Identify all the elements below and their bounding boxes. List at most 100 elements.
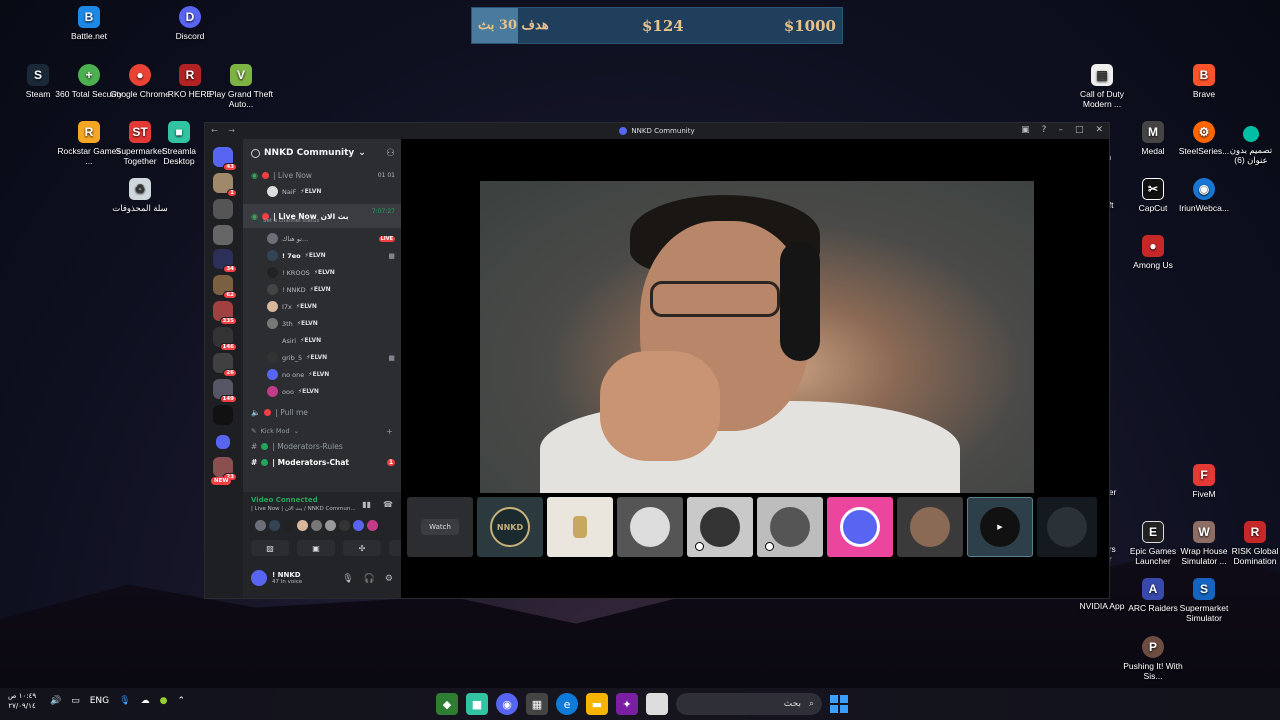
streamlabs-icon[interactable]: ■ [466,693,488,715]
muted-icon [695,542,704,551]
search-box[interactable]: بحث ⌕ [676,693,822,715]
text-channel-moderators-rules[interactable]: # | Moderators-Rules [243,438,401,454]
inbox-icon[interactable]: ▣ [1021,125,1030,135]
edge-icon[interactable]: e [556,693,578,715]
folder-icon[interactable] [216,435,230,449]
voice-channel-pull-me[interactable]: 🔈 | Pull me [243,404,401,420]
server-header[interactable]: NNKD Community ⌄ ⚇ [243,139,401,167]
window-icon[interactable] [646,693,668,715]
category-kick-mod[interactable]: ✎ Kick Mod ⌄ + [243,424,401,438]
server-icon[interactable]: 26 [213,353,237,377]
voice-user[interactable]: ! NNKD ⚡ELVN [243,281,401,298]
voice-user[interactable]: ! KROOS ⚡ELVN [243,264,401,281]
desktop-icon-pushing-it[interactable]: P Pushing It! With Sis... [1117,636,1189,681]
voice-user[interactable]: no one ⚡ELVN [243,366,401,383]
participant-tile[interactable] [617,497,683,557]
start-button[interactable] [830,695,848,713]
server-icon[interactable]: 335 [213,301,237,325]
network-icon[interactable]: ▭ [71,696,80,706]
copilot-icon[interactable]: ✦ [616,693,638,715]
voice-user[interactable]: نو هناك... LIVE [243,230,401,247]
microphone-icon[interactable]: 🎙 [342,574,353,584]
server-icon[interactable]: 146 [213,327,237,351]
avatar [367,520,378,531]
server-icon[interactable]: 34 [213,249,237,273]
signal-icon[interactable]: ▮▮ [362,500,371,509]
server-icon[interactable]: 1 [213,173,237,197]
desktop-icon-battlenet[interactable]: B Battle.net [53,6,125,41]
voice-channel-live-now[interactable]: ◉ | Live Now 01 01 [243,167,401,183]
desktop-icon-iriun[interactable]: ◉ IriunWebca... [1168,178,1240,213]
add-channel-icon[interactable]: + [386,427,393,436]
chevron-up-icon[interactable]: ⌃ [177,696,185,706]
voice-user[interactable]: grib_5 ⚡ELVN ■ [243,349,401,366]
camera-off-button[interactable]: ▨ [251,540,289,556]
screen-share-button[interactable]: ▣ [297,540,335,556]
close-icon[interactable]: ✕ [1095,125,1103,135]
desktop-icon-risk[interactable]: R RISK Global Domination [1219,521,1280,566]
server-icon[interactable]: 23 [213,457,237,481]
desktop-icon-fivem[interactable]: F FiveM [1168,464,1240,499]
taskbar-app-icon[interactable]: ◆ [436,693,458,715]
desktop-icon-streamlabs[interactable]: ■ Streamla Desktop [154,121,204,166]
participant-tile[interactable] [547,497,613,557]
voice-user[interactable]: 3th ⚡ELVN [243,315,401,332]
server-icon[interactable]: 149 [213,379,237,403]
voice-channel-link[interactable]: | Live Now | بث الان / NNKD Commun... [251,506,356,512]
participant-tile[interactable] [827,497,893,557]
tray-app-icon[interactable]: ● [160,696,168,706]
participant-tile[interactable] [757,497,823,557]
tray-app-icon[interactable]: ☁ [141,696,150,706]
voice-channel-live-now-active[interactable]: ◉ | Live Now بث الان 7:07:27 Set a chann… [243,204,401,228]
desktop-icon-gta[interactable]: V Play Grand Theft Auto... [205,64,277,109]
chevron-down-icon: ⌄ [358,148,366,158]
participant-tile-self[interactable]: ▶ [967,497,1033,557]
desktop-icon-discord[interactable]: D Discord [154,6,226,41]
file-explorer-icon[interactable]: ▬ [586,693,608,715]
headphones-icon[interactable]: 🎧 [364,574,375,584]
help-icon[interactable]: ? [1042,125,1047,135]
avatar [267,284,278,295]
disconnect-icon[interactable]: ☎ [383,500,393,509]
server-icon[interactable]: 62 [213,275,237,299]
server-icon[interactable] [213,225,233,245]
home-button[interactable]: 43 [213,147,237,171]
add-user-icon[interactable]: ⚇ [386,148,395,159]
activities-button[interactable]: ✣ [343,540,381,556]
stream-video[interactable] [480,181,1034,493]
discord-icon[interactable]: ◉ [496,693,518,715]
language-indicator[interactable]: ENG [90,696,109,706]
participant-tile[interactable] [687,497,753,557]
voice-user[interactable]: ! 7eo ⚡ELVN ■ [243,247,401,264]
volume-icon[interactable]: 🔊 [50,696,61,706]
store-icon[interactable]: ▦ [526,693,548,715]
watch-tile[interactable]: Watch [407,497,473,557]
settings-icon[interactable]: ⚙ [385,574,393,584]
voice-user[interactable]: I7x ⚡ELVN [243,298,401,315]
camera-icon: ■ [388,251,395,260]
maximize-icon[interactable]: □ [1075,125,1084,135]
participant-tile[interactable] [1037,497,1097,557]
desktop-icon-cod[interactable]: ▤ Call of Duty Modern ... [1066,64,1138,109]
desktop-icon-among-us[interactable]: ● Among Us [1117,235,1189,270]
user-panel[interactable]: ! NNKD 47 In voice [251,570,302,586]
microphone-icon[interactable]: 🎙 [119,696,130,706]
steelseries-icon: ⚙ [1193,121,1215,143]
voice-user[interactable]: NaiF ⚡ELVN [243,183,401,200]
server-icon[interactable] [213,199,233,219]
minimize-icon[interactable]: – [1058,125,1063,135]
voice-user[interactable]: ooo ⚡ELVN [243,383,401,400]
desktop-icon-design[interactable]: تصميم بدون عنوان (6) [1222,126,1280,165]
desktop-icon-supermarket-sim[interactable]: S Supermarket Simulator [1168,578,1240,623]
server-icon[interactable] [213,405,233,425]
hash-icon: # [251,457,258,467]
desktop-icon-brave[interactable]: B Brave [1168,64,1240,99]
participant-tile[interactable]: NNKD [477,497,543,557]
voice-user[interactable]: Asiri ⚡ELVN [243,332,401,349]
clock[interactable]: ١٠:٤٩ ص ٢٧/٠٩/١٤ [8,691,36,711]
back-forward-icons[interactable]: ← → [211,126,239,135]
participant-tile[interactable] [897,497,963,557]
avatar [267,352,278,363]
text-channel-moderators-chat[interactable]: # | Moderators-Chat 1 [243,454,401,470]
desktop-icon-recycle-bin[interactable]: ♻ سلة المحذوفات [104,178,176,213]
